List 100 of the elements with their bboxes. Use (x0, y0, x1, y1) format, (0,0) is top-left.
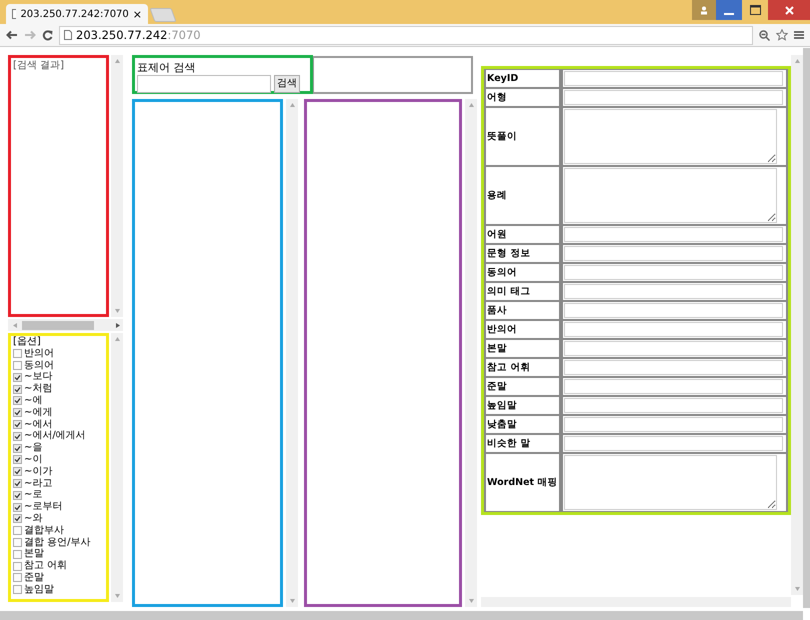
checkbox[interactable] (13, 478, 22, 488)
reload-icon[interactable] (42, 30, 53, 40)
text-area[interactable] (564, 168, 777, 223)
arrow-up-icon[interactable] (114, 59, 120, 63)
arrow-down-icon[interactable] (114, 594, 120, 598)
minimize-button[interactable] (716, 0, 742, 20)
checkbox[interactable] (13, 585, 22, 594)
browser-tab[interactable]: 203.250.77.242:7070 × (6, 4, 148, 24)
forward-icon[interactable] (24, 30, 36, 40)
zoom-icon[interactable] (759, 30, 770, 40)
field-label: 준말 (487, 381, 507, 392)
field-label: 반의어 (487, 324, 517, 335)
arrow-down-icon[interactable] (468, 599, 474, 603)
scrollbar[interactable] (465, 99, 477, 607)
option-label: ~이가 (24, 466, 52, 478)
input-field[interactable] (564, 90, 783, 105)
arrow-down-icon[interactable] (114, 309, 120, 313)
checkbox[interactable] (13, 550, 22, 559)
checkbox[interactable] (13, 562, 22, 571)
field-label: 참고 어휘 (487, 362, 530, 373)
option-label: 결합부사 (24, 524, 64, 537)
input-field[interactable] (564, 341, 783, 356)
checkbox[interactable] (13, 432, 22, 441)
checkbox[interactable] (13, 455, 22, 464)
input-field[interactable] (564, 417, 783, 432)
input-field[interactable] (564, 265, 783, 280)
profile-button[interactable] (692, 0, 716, 20)
checkbox[interactable] (13, 349, 22, 358)
back-icon[interactable] (6, 30, 18, 40)
field-label: 본말 (487, 343, 507, 354)
option-label: ~로부터 (24, 501, 62, 513)
input-field[interactable] (564, 398, 783, 413)
scrollbar[interactable] (8, 319, 123, 331)
input-field[interactable] (564, 246, 783, 261)
input-field[interactable] (564, 379, 783, 394)
scrollbar[interactable] (0, 611, 803, 620)
close-button[interactable] (768, 0, 810, 20)
checkbox[interactable] (13, 444, 22, 453)
option-label: ~에게 (24, 406, 52, 419)
field-label: 품사 (487, 305, 507, 316)
user-icon (700, 6, 708, 14)
arrow-up-icon[interactable] (290, 103, 294, 107)
checkbox[interactable] (13, 372, 22, 382)
field-label: 의미 태그 (487, 286, 530, 297)
checkbox[interactable] (13, 514, 22, 524)
checkbox[interactable] (13, 384, 22, 394)
checkbox[interactable] (13, 408, 22, 418)
field-label: 어형 (487, 92, 507, 103)
arrow-left-icon[interactable] (13, 322, 17, 328)
option-label: 동의어 (24, 360, 54, 372)
text-area[interactable] (564, 109, 777, 164)
checkbox[interactable] (13, 360, 22, 370)
checkbox[interactable] (13, 573, 22, 582)
arrow-down-icon[interactable] (794, 587, 800, 591)
option-label: ~로 (24, 489, 42, 502)
close-tab-button[interactable]: × (132, 8, 142, 20)
option-label: ~에서/에게서 (24, 430, 86, 442)
field-label: KeyID (487, 73, 518, 84)
checkbox[interactable] (13, 420, 22, 429)
input-field[interactable] (564, 284, 783, 299)
arrow-up-icon[interactable] (468, 103, 474, 107)
checkbox[interactable] (13, 467, 22, 476)
checkbox[interactable] (13, 490, 22, 500)
input-field[interactable] (564, 360, 783, 375)
input-field[interactable] (564, 322, 783, 337)
checkbox[interactable] (13, 538, 22, 547)
scrollbar[interactable] (791, 55, 803, 595)
arrow-up-icon[interactable] (794, 59, 800, 63)
arrow-right-icon[interactable] (116, 322, 120, 328)
scrollbar[interactable] (803, 48, 810, 608)
option-label: 반의어 (24, 348, 54, 360)
maximize-icon (750, 5, 760, 15)
menu-icon[interactable] (794, 30, 804, 40)
field-label: 비슷한 말 (487, 438, 530, 449)
star-icon[interactable] (776, 29, 788, 41)
checkbox[interactable] (13, 502, 22, 512)
search-label: 표제어 검색 (137, 60, 196, 75)
new-tab-button[interactable] (149, 8, 177, 22)
checkbox[interactable] (13, 526, 22, 536)
search-button[interactable]: 검색 (274, 75, 300, 93)
input-field[interactable] (564, 436, 783, 451)
scrollbar[interactable] (286, 99, 298, 607)
field-label: 낮춤말 (487, 419, 517, 430)
scrollbar[interactable] (111, 333, 123, 602)
option-label: ~을 (24, 442, 42, 454)
text-area[interactable] (564, 455, 777, 510)
input-field[interactable] (564, 303, 783, 318)
close-icon (784, 6, 794, 14)
field-label: 어원 (487, 229, 507, 240)
input-field[interactable] (564, 227, 783, 242)
arrow-down-icon[interactable] (290, 599, 294, 603)
option-label: ~라고 (24, 478, 52, 490)
search-field[interactable] (137, 75, 271, 93)
arrow-up-icon[interactable] (114, 337, 120, 341)
scrollbar[interactable] (111, 55, 123, 317)
checkbox[interactable] (13, 396, 22, 406)
address-bar[interactable]: 203.250.77.242:7070 (59, 26, 753, 44)
option-label: 본말 (24, 548, 44, 560)
option-label: 준말 (24, 572, 44, 584)
input-field[interactable] (564, 71, 783, 86)
